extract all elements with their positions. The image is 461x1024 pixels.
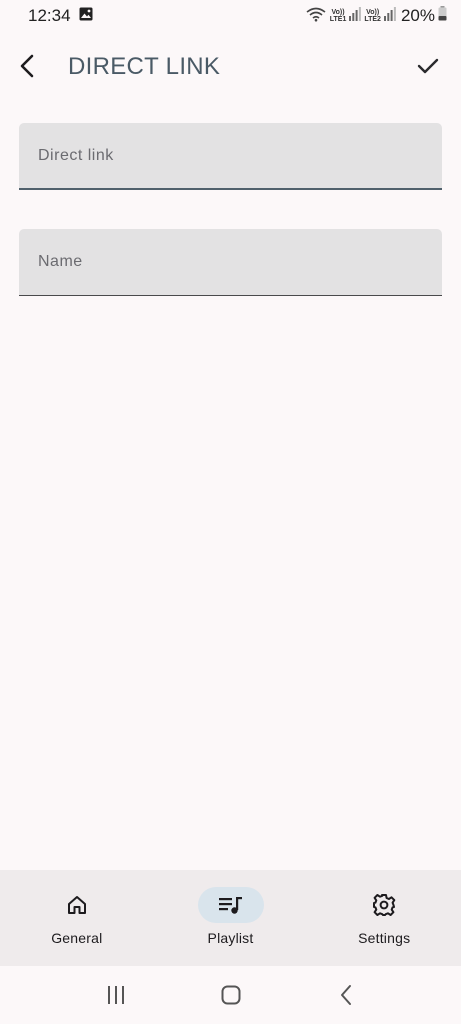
direct-link-field[interactable] (19, 123, 442, 190)
home-icon (67, 896, 86, 914)
back-button[interactable] (10, 48, 46, 84)
system-navigation-bar (0, 966, 461, 1024)
home-icon (221, 985, 240, 1005)
nav-icon-container (197, 887, 264, 923)
system-back-button[interactable] (326, 975, 366, 1015)
status-time: 12:34 (28, 6, 71, 25)
sim2-lte: LTE2 (364, 16, 381, 23)
nav-label-settings: Settings (358, 930, 411, 946)
sim2-label: Vo)) LTE2 (364, 9, 381, 23)
sim1-volte: Vo)) (331, 9, 345, 16)
battery-percent: 20% (400, 6, 435, 25)
back-arrow-icon (20, 54, 34, 78)
nav-icon-container (44, 887, 110, 923)
battery-icon (438, 6, 447, 26)
page-title: DIRECT LINK (68, 53, 221, 80)
check-icon (417, 58, 439, 74)
nav-label-playlist: Playlist (207, 930, 254, 946)
screen: 12:34 Vo)) LTE1 Vo)) LTE2 20% DIRECT LIN… (0, 0, 461, 1024)
home-button[interactable] (211, 975, 251, 1015)
nav-item-playlist[interactable]: Playlist (154, 870, 308, 966)
gallery-icon (79, 7, 93, 26)
sim2-volte: Vo)) (366, 9, 380, 16)
sim1-label: Vo)) LTE1 (330, 9, 347, 23)
playlist-icon (218, 897, 242, 914)
recents-button[interactable] (96, 975, 136, 1015)
name-input[interactable] (19, 229, 442, 295)
wifi-icon (305, 6, 327, 27)
recents-icon (107, 986, 124, 1004)
confirm-button[interactable] (410, 48, 446, 84)
sim1-lte: LTE1 (329, 16, 347, 23)
back-icon (340, 985, 351, 1005)
status-bar: 12:34 Vo)) LTE1 Vo)) LTE2 20% (0, 0, 461, 32)
nav-icon-container (351, 887, 417, 923)
gear-icon (373, 894, 396, 916)
direct-link-input[interactable] (19, 123, 442, 188)
nav-item-general[interactable]: General (0, 870, 154, 966)
nav-item-settings[interactable]: Settings (307, 870, 461, 966)
name-field[interactable] (19, 229, 442, 296)
signal-icon (349, 6, 362, 26)
status-right: Vo)) LTE1 Vo)) LTE2 20% (305, 6, 447, 27)
status-left: 12:34 (28, 6, 93, 26)
top-app-bar: DIRECT LINK (0, 36, 461, 96)
bottom-navigation: General Playlist Settings (0, 870, 461, 966)
signal-icon (383, 6, 396, 26)
nav-label-general: General (51, 930, 103, 946)
